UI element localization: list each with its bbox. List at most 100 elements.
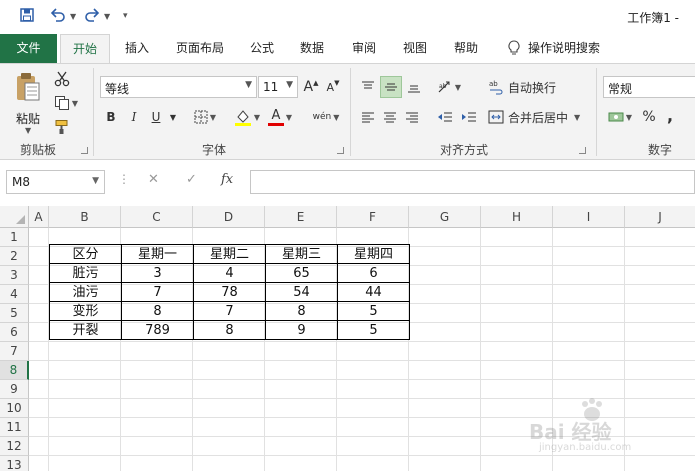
row-header[interactable]: 3: [0, 266, 29, 285]
table-header-cell[interactable]: 区分: [49, 244, 122, 264]
number-format-dropdown[interactable]: 常规: [603, 76, 695, 98]
redo-icon[interactable]: [84, 8, 100, 26]
tab-help[interactable]: 帮助: [446, 34, 486, 64]
table-header-cell[interactable]: 星期一: [121, 244, 194, 264]
percent-style-button[interactable]: %: [640, 106, 658, 128]
column-header[interactable]: J: [625, 206, 695, 228]
insert-function-button[interactable]: fx: [221, 172, 233, 187]
enter-icon[interactable]: ✓: [186, 172, 197, 187]
undo-dropdown-icon[interactable]: ▼: [70, 12, 76, 21]
font-launcher-icon[interactable]: [337, 147, 344, 154]
table-cell[interactable]: 变形: [49, 301, 122, 321]
row-header[interactable]: 2: [0, 247, 29, 266]
table-cell[interactable]: 789: [121, 320, 194, 340]
table-cell[interactable]: 44: [337, 282, 410, 302]
column-header[interactable]: E: [265, 206, 337, 228]
redo-dropdown-icon[interactable]: ▼: [104, 12, 110, 21]
table-header-cell[interactable]: 星期四: [337, 244, 410, 264]
row-header[interactable]: 10: [0, 399, 29, 418]
row-header[interactable]: 5: [0, 304, 29, 323]
borders-button[interactable]: ▼: [188, 106, 222, 128]
font-name-dropdown[interactable]: 等线 ▼: [100, 76, 257, 98]
wrap-text-button[interactable]: ab 自动换行: [488, 76, 564, 98]
table-header-cell[interactable]: 星期二: [193, 244, 266, 264]
align-left-button[interactable]: [358, 106, 378, 128]
table-header-cell[interactable]: 星期三: [265, 244, 338, 264]
increase-indent-button[interactable]: [458, 106, 480, 128]
tab-page-layout[interactable]: 页面布局: [168, 34, 232, 64]
shrink-font-button[interactable]: A ▼: [323, 76, 343, 98]
bold-button[interactable]: B: [101, 106, 121, 128]
grow-font-button[interactable]: A ▲: [301, 76, 321, 98]
row-header[interactable]: 7: [0, 342, 29, 361]
phonetic-button[interactable]: wén ▼: [309, 106, 343, 128]
undo-icon[interactable]: [50, 8, 66, 26]
row-header[interactable]: 9: [0, 380, 29, 399]
fill-color-button[interactable]: ▼: [232, 106, 262, 128]
italic-button[interactable]: I: [124, 106, 144, 128]
row-header[interactable]: 12: [0, 437, 29, 456]
column-header[interactable]: A: [29, 206, 49, 228]
column-header[interactable]: I: [553, 206, 625, 228]
merge-center-button[interactable]: 合并后居中 ▼: [488, 106, 586, 128]
column-header[interactable]: C: [121, 206, 193, 228]
decrease-indent-button[interactable]: [434, 106, 456, 128]
paste-button[interactable]: 粘贴 ▼: [10, 70, 46, 135]
comma-style-button[interactable]: ,: [662, 104, 678, 126]
name-box[interactable]: M8 ▼: [6, 170, 105, 194]
middle-align-button[interactable]: [380, 76, 402, 98]
row-header[interactable]: 13: [0, 456, 29, 471]
column-header[interactable]: B: [49, 206, 121, 228]
align-center-button[interactable]: [380, 106, 400, 128]
table-cell[interactable]: 3: [121, 263, 194, 283]
format-painter-icon[interactable]: [52, 116, 72, 138]
bottom-align-button[interactable]: [404, 76, 424, 98]
select-all-corner[interactable]: [0, 206, 29, 228]
cancel-icon[interactable]: ✕: [148, 172, 159, 187]
table-cell[interactable]: 7: [121, 282, 194, 302]
formula-input[interactable]: [250, 170, 695, 194]
align-right-button[interactable]: [402, 106, 422, 128]
copy-icon[interactable]: ▼: [52, 92, 80, 114]
tab-file[interactable]: 文件: [0, 34, 57, 64]
accounting-format-button[interactable]: ▼: [604, 106, 636, 128]
font-color-button[interactable]: A ▼: [265, 106, 295, 128]
table-cell[interactable]: 脏污: [49, 263, 122, 283]
table-cell[interactable]: 油污: [49, 282, 122, 302]
tab-formulas[interactable]: 公式: [242, 34, 282, 64]
alignment-launcher-icon[interactable]: [579, 147, 586, 154]
table-cell[interactable]: 5: [337, 320, 410, 340]
column-header[interactable]: F: [337, 206, 409, 228]
row-header[interactable]: 4: [0, 285, 29, 304]
column-header[interactable]: H: [481, 206, 553, 228]
table-cell[interactable]: 8: [121, 301, 194, 321]
table-cell[interactable]: 9: [265, 320, 338, 340]
customize-toolbar-icon[interactable]: ▾: [123, 11, 128, 21]
underline-button[interactable]: U: [146, 106, 166, 128]
font-size-dropdown[interactable]: 11 ▼: [258, 76, 298, 98]
table-cell[interactable]: 7: [193, 301, 266, 321]
table-cell[interactable]: 8: [265, 301, 338, 321]
orientation-button[interactable]: ab ▼: [434, 76, 464, 98]
underline-dropdown-icon[interactable]: ▼: [167, 106, 179, 128]
cut-icon[interactable]: [52, 68, 72, 90]
row-header-selected[interactable]: 8: [0, 361, 29, 380]
tab-insert[interactable]: 插入: [115, 34, 159, 64]
save-icon[interactable]: [20, 8, 34, 26]
tab-review[interactable]: 审阅: [344, 34, 384, 64]
row-header[interactable]: 1: [0, 228, 29, 247]
table-cell[interactable]: 78: [193, 282, 266, 302]
table-cell[interactable]: 8: [193, 320, 266, 340]
table-cell[interactable]: 4: [193, 263, 266, 283]
clipboard-launcher-icon[interactable]: [81, 147, 88, 154]
row-header[interactable]: 6: [0, 323, 29, 342]
table-cell[interactable]: 5: [337, 301, 410, 321]
table-cell[interactable]: 65: [265, 263, 338, 283]
tell-me-search[interactable]: 操作说明搜索: [528, 34, 608, 64]
tab-home[interactable]: 开始: [60, 34, 110, 64]
column-header[interactable]: D: [193, 206, 265, 228]
table-cell[interactable]: 6: [337, 263, 410, 283]
table-cell[interactable]: 开裂: [49, 320, 122, 340]
row-header[interactable]: 11: [0, 418, 29, 437]
column-header[interactable]: G: [409, 206, 481, 228]
